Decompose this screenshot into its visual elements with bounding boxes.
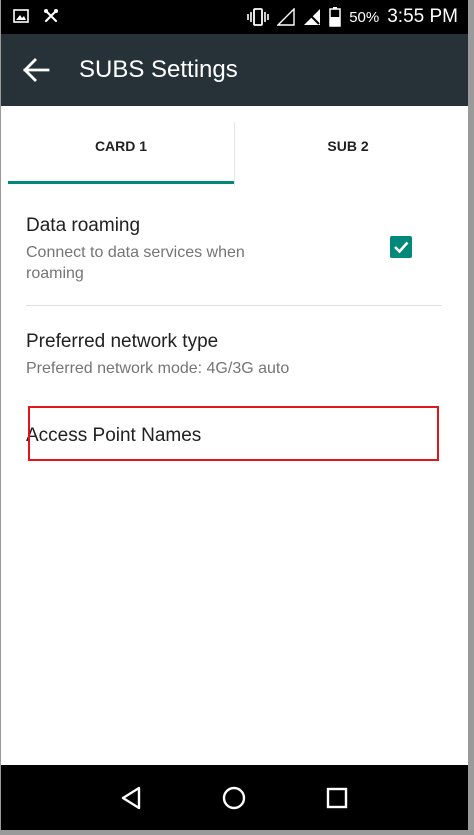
navigation-bar bbox=[1, 765, 468, 830]
no-sim-icon bbox=[304, 9, 321, 25]
home-circle-icon bbox=[222, 786, 246, 810]
nav-back-button[interactable] bbox=[117, 783, 147, 813]
page-title: SUBS Settings bbox=[79, 56, 238, 83]
data-roaming-title: Data roaming bbox=[26, 215, 141, 236]
arrow-left-icon bbox=[23, 58, 50, 82]
crossed-tool-icon bbox=[44, 9, 58, 23]
network-type-preference[interactable]: Preferred network type Preferred network… bbox=[26, 331, 442, 379]
network-type-title: Preferred network type bbox=[26, 331, 219, 352]
tab-sub-2[interactable]: SUB 2 bbox=[234, 106, 462, 186]
vibrate-icon bbox=[247, 8, 270, 26]
data-roaming-summary-line-2: roaming bbox=[26, 265, 84, 282]
signal-icon bbox=[277, 8, 295, 26]
nav-recents-button[interactable] bbox=[322, 783, 352, 813]
status-bar: 50% 3:55 PM bbox=[1, 0, 468, 34]
phone-screen: 50% 3:55 PM SUBS Settings CARD 1 SUB 2 D… bbox=[1, 0, 468, 830]
checkmark-icon bbox=[394, 241, 409, 254]
battery-percent: 50% bbox=[349, 8, 380, 26]
data-roaming-summary-line-1: Connect to data services when bbox=[26, 244, 245, 261]
back-button[interactable] bbox=[21, 56, 53, 84]
battery-icon bbox=[329, 7, 341, 27]
data-roaming-summary: Connect to data services when roaming bbox=[26, 242, 442, 284]
network-type-summary: Preferred network mode: 4G/3G auto bbox=[26, 360, 290, 377]
nav-home-button[interactable] bbox=[219, 783, 249, 813]
list-divider bbox=[26, 305, 442, 306]
data-roaming-checkbox[interactable] bbox=[390, 236, 412, 258]
back-triangle-icon bbox=[121, 786, 141, 810]
highlight-box bbox=[28, 406, 439, 461]
toolbar: SUBS Settings bbox=[1, 34, 468, 106]
tab-card-1[interactable]: CARD 1 bbox=[8, 106, 234, 186]
clock: 3:55 PM bbox=[387, 6, 458, 27]
sim-tabs: CARD 1 SUB 2 bbox=[1, 106, 468, 186]
data-roaming-preference[interactable]: Data roaming Connect to data services wh… bbox=[26, 215, 442, 284]
tab-selected-indicator bbox=[8, 181, 234, 184]
recents-square-icon bbox=[326, 787, 348, 809]
image-icon bbox=[13, 9, 29, 23]
